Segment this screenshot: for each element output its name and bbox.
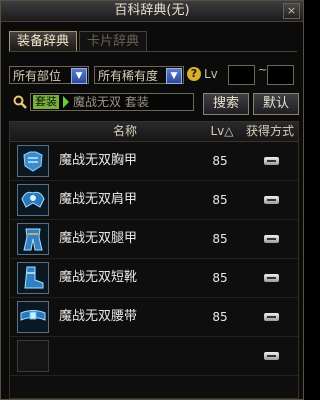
level-label: Lv (204, 67, 218, 81)
leg-armor-icon (17, 223, 49, 255)
table-row[interactable]: 魔战无双胸甲 85 (10, 142, 298, 181)
table-row[interactable]: 魔战无双肩甲 85 (10, 181, 298, 220)
belt-icon (17, 301, 49, 333)
source-minus-icon[interactable] (264, 274, 279, 282)
set-tag-badge: 套装 (33, 95, 59, 109)
source-minus-icon[interactable] (264, 235, 279, 243)
chest-armor-icon (17, 145, 49, 177)
column-level-header[interactable]: Lv△ (202, 122, 242, 141)
tag-arrow-icon (63, 96, 69, 108)
item-level: 85 (212, 232, 228, 246)
help-icon[interactable]: ? (187, 67, 201, 81)
item-level: 85 (212, 154, 228, 168)
item-name: 魔战无双腿甲 (59, 231, 138, 246)
level-max-input[interactable] (267, 65, 294, 85)
chevron-down-icon[interactable]: ▼ (166, 68, 182, 84)
tab-equipment-dictionary[interactable]: 装备辞典 (9, 31, 77, 52)
window-title: 百科辞典(无) (114, 3, 190, 18)
table-row[interactable] (10, 337, 298, 376)
item-name: 魔战无双腰带 (59, 309, 138, 324)
source-minus-icon[interactable] (264, 196, 279, 204)
chevron-down-icon[interactable]: ▼ (71, 68, 87, 84)
magnifier-icon (13, 95, 27, 109)
table-header: 名称 Lv△ 获得方式 (10, 122, 298, 142)
default-button[interactable]: 默认 (253, 93, 299, 115)
table-row[interactable]: 魔战无双腿甲 85 (10, 220, 298, 259)
source-minus-icon[interactable] (264, 352, 279, 360)
shoulder-armor-icon (17, 184, 49, 216)
search-input[interactable]: 套装 魔战无双 套装 (30, 93, 194, 111)
item-name: 魔战无双短靴 (59, 270, 138, 285)
tab-card-dictionary[interactable]: 卡片辞典 (79, 31, 147, 52)
rarity-filter-value: 所有稀有度 (98, 69, 159, 83)
item-level: 85 (212, 310, 228, 324)
item-level: 85 (212, 193, 228, 207)
level-range-separator: ~ (258, 63, 268, 76)
item-level: 85 (212, 271, 228, 285)
item-table: 名称 Lv△ 获得方式 魔战无双胸甲 85 魔战无双肩甲 85 魔战无双腿甲 8… (9, 121, 299, 399)
level-min-input[interactable] (228, 65, 255, 85)
column-name-header[interactable]: 名称 (50, 122, 200, 141)
rarity-filter-dropdown[interactable]: 所有稀有度 ▼ (94, 66, 184, 84)
item-name: 魔战无双胸甲 (59, 153, 138, 168)
part-filter-value: 所有部位 (13, 69, 62, 83)
source-minus-icon[interactable] (264, 157, 279, 165)
boots-icon (17, 262, 49, 294)
empty-slot-icon (17, 340, 49, 372)
part-filter-dropdown[interactable]: 所有部位 ▼ (9, 66, 89, 84)
window-titlebar[interactable]: 百科辞典(无) × (1, 1, 303, 22)
source-minus-icon[interactable] (264, 313, 279, 321)
table-row[interactable]: 魔战无双腰带 85 (10, 298, 298, 337)
close-icon[interactable]: × (283, 3, 300, 19)
table-row[interactable]: 魔战无双短靴 85 (10, 259, 298, 298)
column-source-header[interactable]: 获得方式 (242, 122, 298, 141)
search-button[interactable]: 搜索 (203, 93, 249, 115)
encyclopedia-window: 百科辞典(无) × 装备辞典 卡片辞典 所有部位 ▼ 所有稀有度 ▼ ? Lv … (0, 0, 304, 400)
search-text: 魔战无双 套装 (73, 95, 149, 109)
tab-divider (9, 51, 297, 52)
item-name: 魔战无双肩甲 (59, 192, 138, 207)
